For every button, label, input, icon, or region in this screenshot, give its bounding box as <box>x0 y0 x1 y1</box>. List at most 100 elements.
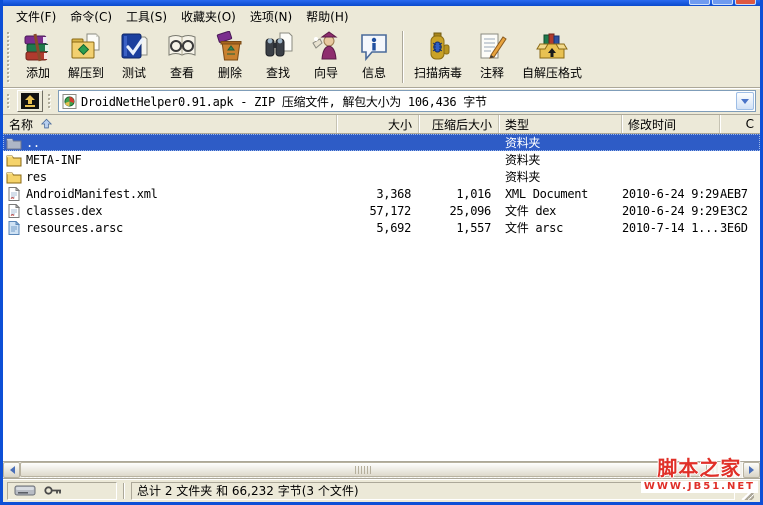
sfx-icon <box>536 33 568 59</box>
caption-buttons <box>689 0 756 5</box>
file-size: 3,368 <box>376 186 411 201</box>
file-list: .. 资料夹 META-INF 资料夹 res 资料夹 AndroidManif… <box>3 134 760 461</box>
sfx-button[interactable]: 自解压格式 <box>516 28 588 83</box>
file-name: resources.arsc <box>26 220 123 235</box>
scroll-right-button[interactable] <box>743 462 760 478</box>
file-packed: 1,557 <box>456 220 491 235</box>
maximize-button[interactable] <box>712 0 733 5</box>
minimize-button[interactable] <box>689 0 710 5</box>
list-item-res[interactable]: res 资料夹 <box>3 168 760 185</box>
menu-tools[interactable]: 工具(S) <box>119 6 174 27</box>
file-name: AndroidManifest.xml <box>26 186 158 201</box>
menu-help[interactable]: 帮助(H) <box>299 6 355 27</box>
statusbar-indicators <box>7 481 117 500</box>
name-cell: classes.dex <box>3 203 337 218</box>
delete-button[interactable]: 删除 <box>206 28 254 83</box>
view-icon <box>168 35 196 56</box>
scrollbar-thumb[interactable] <box>20 462 707 477</box>
file-modified: 2010-7-14 1... <box>622 220 719 235</box>
wizard-button[interactable]: 向导 <box>302 28 350 83</box>
file-type: 资料夹 <box>505 153 541 167</box>
name-cell: AndroidManifest.xml <box>3 186 337 201</box>
comment-icon <box>480 33 507 59</box>
name-cell: resources.arsc <box>3 220 337 235</box>
list-item-resources-arsc[interactable]: resources.arsc 5,692 1,557 文件 arsc 2010-… <box>3 219 760 236</box>
drive-icon[interactable] <box>14 484 36 497</box>
folder-up-icon <box>6 138 22 149</box>
name-cell: META-INF <box>3 153 337 167</box>
column-modified[interactable]: 修改时间 <box>622 115 720 133</box>
menu-favorites[interactable]: 收藏夹(O) <box>174 6 243 27</box>
menu-file[interactable]: 文件(F) <box>9 6 63 27</box>
scrollbar-track[interactable] <box>20 462 743 478</box>
file-packed: 1,016 <box>456 186 491 201</box>
add-button-label: 添加 <box>25 66 50 80</box>
delete-button-label: 删除 <box>218 66 243 80</box>
resize-grip[interactable] <box>741 487 754 500</box>
list-item-meta-inf[interactable]: META-INF 资料夹 <box>3 151 760 168</box>
toolbar-gripper[interactable] <box>6 31 11 84</box>
view-button-label: 查看 <box>170 66 195 80</box>
sfx-button-label: 自解压格式 <box>522 66 583 80</box>
totals-text: 总计 2 文件夹 和 66,232 字节(3 个文件) <box>137 484 359 498</box>
comment-button-label: 注释 <box>480 66 505 80</box>
info-button[interactable]: 信息 <box>350 28 398 83</box>
find-icon <box>265 32 293 57</box>
column-name-label: 名称 <box>9 117 34 132</box>
key-icon[interactable] <box>44 485 63 496</box>
arrow-left-icon <box>6 466 15 474</box>
column-type[interactable]: 类型 <box>499 115 622 133</box>
combobox-dropdown-button[interactable] <box>736 92 754 110</box>
combobox-gripper[interactable] <box>47 93 52 109</box>
archive-path-combobox[interactable]: DroidNetHelper0.91.apk - ZIP 压缩文件, 解包大小为… <box>58 90 756 112</box>
extract-to-icon <box>71 33 100 59</box>
menu-commands[interactable]: 命令(C) <box>63 6 119 27</box>
up-one-level-button[interactable] <box>17 90 43 112</box>
list-item-parent-dir[interactable]: .. 资料夹 <box>3 134 760 151</box>
arsc-file-icon <box>8 220 21 235</box>
info-button-label: 信息 <box>362 66 387 80</box>
column-modified-label: 修改时间 <box>628 117 677 132</box>
file-crc: AEB7 <box>720 186 748 201</box>
sort-ascending-icon <box>41 118 53 129</box>
arrow-right-icon <box>748 466 758 474</box>
menubar: 文件(F) 命令(C) 工具(S) 收藏夹(O) 选项(N) 帮助(H) <box>3 6 760 26</box>
extract-to-button[interactable]: 解压到 <box>62 28 110 83</box>
folder-icon <box>6 155 22 166</box>
file-type: XML Document <box>505 186 589 201</box>
list-item-classes-dex[interactable]: classes.dex 57,172 25,096 文件 dex 2010-6-… <box>3 202 760 219</box>
add-button[interactable]: 添加 <box>14 28 62 83</box>
column-size-label: 大小 <box>387 117 412 132</box>
column-crc[interactable]: C <box>720 115 760 133</box>
folder-icon <box>6 172 22 183</box>
titlebar-strip <box>3 0 760 6</box>
file-size: 57,172 <box>369 203 411 218</box>
file-crc: E3C2 <box>720 203 748 218</box>
test-button[interactable]: 测试 <box>110 28 158 83</box>
close-button[interactable] <box>735 0 756 5</box>
test-button-label: 测试 <box>122 66 147 80</box>
column-name[interactable]: 名称 <box>3 115 337 133</box>
file-modified: 2010-6-24 9:29 <box>622 186 719 201</box>
archive-file-icon <box>62 93 77 109</box>
info-icon <box>361 34 387 62</box>
find-button[interactable]: 查找 <box>254 28 302 83</box>
view-button[interactable]: 查看 <box>158 28 206 83</box>
wizard-button-label: 向导 <box>314 66 339 80</box>
column-packed-label: 压缩后大小 <box>431 117 492 132</box>
menu-options[interactable]: 选项(N) <box>243 6 299 27</box>
list-item-androidmanifest[interactable]: AndroidManifest.xml 3,368 1,016 XML Docu… <box>3 185 760 202</box>
toolbar: 添加 解压到 测试 查看 删除 查找 向导 信息 扫描病毒 注释 自解压格式 <box>3 26 760 88</box>
winrar-window: 文件(F) 命令(C) 工具(S) 收藏夹(O) 选项(N) 帮助(H) 添加 <box>0 0 763 505</box>
file-modified: 2010-6-24 9:29 <box>622 203 719 218</box>
scroll-left-button[interactable] <box>3 462 20 478</box>
column-packed[interactable]: 压缩后大小 <box>419 115 499 133</box>
horizontal-scrollbar <box>3 461 760 478</box>
statusbar: 总计 2 文件夹 和 66,232 字节(3 个文件) <box>3 478 760 502</box>
file-name: META-INF <box>26 152 82 167</box>
comment-button[interactable]: 注释 <box>468 28 516 83</box>
addressbar-gripper[interactable] <box>6 93 11 109</box>
scan-virus-button[interactable]: 扫描病毒 <box>408 28 468 83</box>
column-size[interactable]: 大小 <box>337 115 419 133</box>
folder-up-icon <box>21 93 39 109</box>
